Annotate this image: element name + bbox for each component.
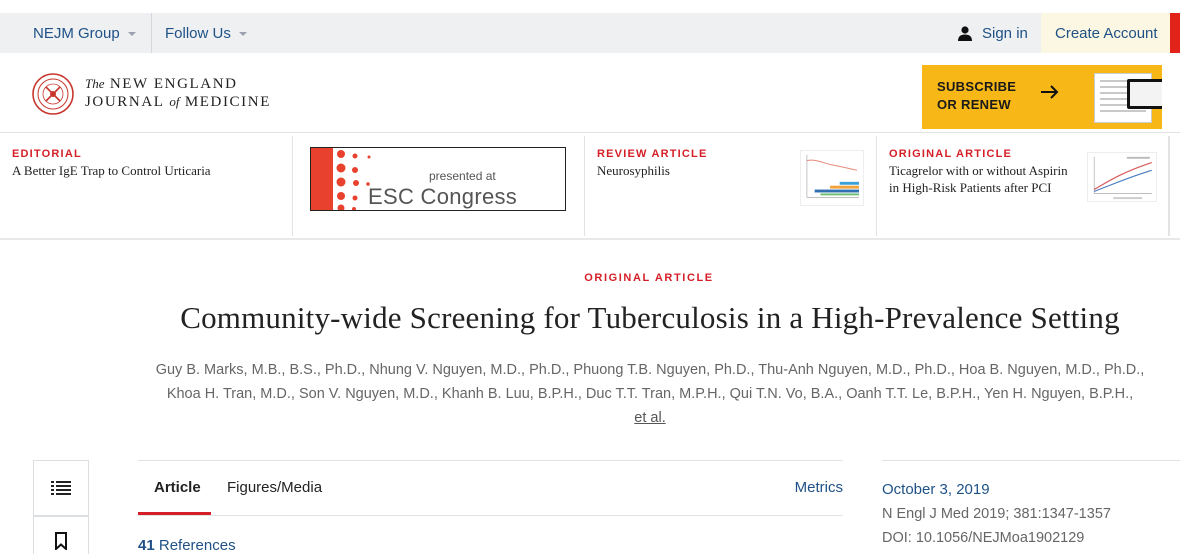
sign-in-label: Sign in — [982, 24, 1028, 42]
featured-kicker: ORIGINAL ARTICLE — [889, 148, 1013, 160]
featured-item-editorial[interactable]: EDITORIAL A Better IgE Trap to Control U… — [0, 136, 293, 236]
article-tabs: Article Figures/Media Metrics — [138, 460, 843, 516]
laptop-image — [1127, 79, 1162, 109]
subscribe-line1: SUBSCRIBE — [937, 79, 1017, 94]
create-account-label: Create Account — [1055, 24, 1158, 42]
featured-strip: EDITORIAL A Better IgE Trap to Control U… — [0, 134, 1180, 240]
featured-item-original[interactable]: ORIGINAL ARTICLE Ticagrelor with or with… — [877, 136, 1169, 236]
create-account-button[interactable]: Create Account — [1041, 13, 1170, 53]
banner-pretext: presented at — [429, 169, 496, 183]
subscribe-banner[interactable]: SUBSCRIBE OR RENEW — [922, 65, 1162, 129]
nejm-group-label: NEJM Group — [33, 24, 120, 42]
authors-line-2: Khoa H. Tran, M.D., Son V. Nguyen, M.D.,… — [166, 386, 1134, 402]
featured-item-esc-banner[interactable]: presented at ESC Congress 2019 — [293, 136, 585, 236]
subscribe-line2: OR RENEW — [937, 97, 1011, 112]
featured-kicker: REVIEW ARTICLE — [597, 148, 708, 160]
arrow-right-icon — [1041, 85, 1059, 99]
featured-title: Ticagrelor with or without Aspirin in Hi… — [889, 163, 1068, 195]
divider — [151, 13, 152, 53]
featured-title: A Better IgE Trap to Control Urticaria — [12, 163, 211, 178]
publication-date[interactable]: October 3, 2019 — [882, 478, 1180, 502]
red-corner-tab — [1170, 13, 1180, 53]
logo-of: of — [169, 94, 180, 109]
references-count: 41 — [138, 537, 155, 554]
references-label: References — [158, 537, 236, 554]
journal-seal-icon[interactable] — [32, 73, 74, 115]
follow-us-menu[interactable]: Follow Us — [165, 13, 247, 53]
utility-bar: NEJM Group Follow Us Sign in Create Acco… — [0, 13, 1180, 53]
tab-article[interactable]: Article — [154, 479, 201, 496]
active-tab-indicator — [138, 512, 211, 515]
featured-kicker: EDITORIAL — [12, 148, 82, 160]
metrics-link[interactable]: Metrics — [795, 479, 843, 496]
save-bookmark-button[interactable] — [33, 516, 89, 554]
logo-new-england: NEW ENGLAND — [109, 76, 238, 92]
chevron-down-icon — [238, 32, 247, 36]
et-al-link[interactable]: et al. — [634, 410, 665, 426]
user-icon — [958, 26, 972, 41]
banner-main-text: ESC Congress 2019 — [368, 184, 518, 209]
logo-medicine: MEDICINE — [184, 94, 271, 110]
list-icon — [51, 481, 71, 495]
original-article-thumbnail-image — [1087, 152, 1157, 202]
toc-button[interactable] — [33, 460, 89, 516]
references-link[interactable]: 41 References — [138, 537, 236, 554]
masthead: The NEW ENGLAND JOURNAL of MEDICINE SUBS… — [0, 53, 1180, 133]
article-title: Community-wide Screening for Tuberculosi… — [180, 300, 1120, 335]
sign-in-link[interactable]: Sign in — [957, 13, 1028, 53]
dots-pattern-icon — [311, 148, 371, 210]
featured-title: Neurosyphilis — [597, 163, 670, 178]
doi: DOI: 10.1056/NEJMoa1902129 — [882, 530, 1085, 546]
follow-us-label: Follow Us — [165, 24, 231, 42]
review-thumbnail-image — [800, 150, 864, 206]
authors-line-1: Guy B. Marks, M.B., B.S., Ph.D., Nhung V… — [155, 362, 1145, 378]
citation: N Engl J Med 2019; 381:1347-1357 — [882, 506, 1111, 522]
strip-edge — [1169, 136, 1180, 236]
bookmark-icon — [55, 532, 67, 550]
tab-figures-media[interactable]: Figures/Media — [227, 479, 322, 496]
chevron-down-icon — [127, 32, 136, 36]
publication-info: October 3, 2019 N Engl J Med 2019; 381:1… — [882, 460, 1180, 550]
featured-item-review[interactable]: REVIEW ARTICLE Neurosyphilis — [585, 136, 877, 236]
journal-logo[interactable]: The NEW ENGLAND JOURNAL of MEDICINE — [85, 75, 271, 111]
nejm-group-menu[interactable]: NEJM Group — [33, 13, 136, 53]
author-list: Guy B. Marks, M.B., B.S., Ph.D., Nhung V… — [140, 358, 1160, 430]
logo-journal: JOURNAL — [85, 94, 164, 110]
logo-the: The — [85, 76, 105, 91]
esc-congress-banner: presented at ESC Congress 2019 — [310, 147, 566, 211]
article-type-label: ORIGINAL ARTICLE — [584, 272, 714, 284]
